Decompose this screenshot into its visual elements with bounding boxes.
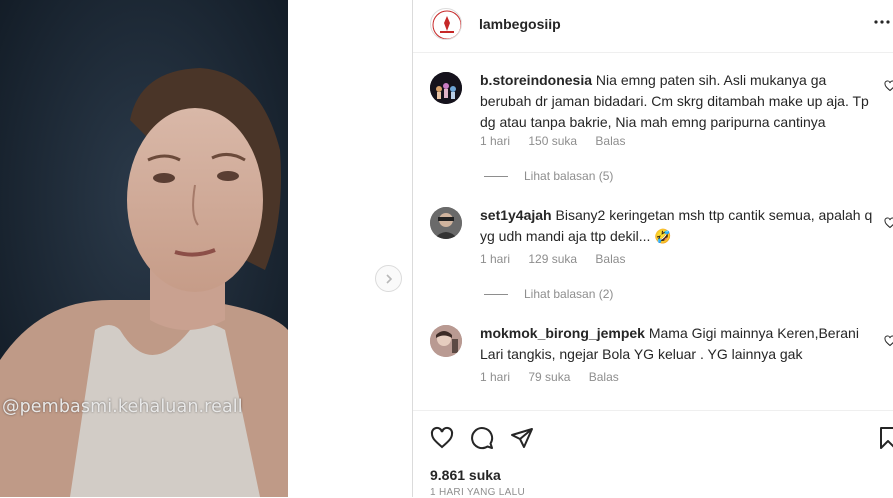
heart-icon[interactable] [884, 217, 893, 232]
post-timestamp: 1 HARI YANG LALU [430, 487, 526, 498]
heart-icon[interactable] [884, 80, 893, 95]
comment-body: mokmok_birong_jempek Mama Gigi mainnya K… [480, 323, 875, 365]
avatar[interactable] [430, 72, 462, 104]
comment-likes[interactable]: 150 suka [528, 134, 577, 148]
post-media[interactable]: @pembasmi.kehaluan.reall [0, 0, 288, 497]
post-panel: lambegosiip b.storeindonesia Nia emng pa… [412, 0, 893, 498]
comment-likes[interactable]: 129 suka [528, 252, 577, 266]
bookmark-icon[interactable] [876, 426, 893, 455]
comment-time: 1 hari [480, 370, 511, 384]
laughing-emoji-icon: 🤣 [654, 228, 672, 244]
view-replies-label[interactable]: Lihat balasan (5) [524, 169, 613, 183]
heart-icon[interactable] [884, 335, 893, 350]
comment-body: b.storeindonesia Nia emng paten sih. Asl… [480, 70, 875, 133]
reply-button[interactable]: Balas [595, 252, 625, 266]
heart-icon[interactable] [430, 426, 454, 455]
replies-divider [484, 294, 508, 296]
comment-likes[interactable]: 79 suka [528, 370, 570, 384]
post-header: lambegosiip [413, 0, 893, 53]
reply-button[interactable]: Balas [595, 134, 625, 148]
post-username[interactable]: lambegosiip [479, 16, 561, 32]
comment-username[interactable]: set1y4ajah [480, 207, 552, 223]
avatar[interactable] [430, 207, 462, 239]
share-icon[interactable] [510, 426, 534, 455]
comment-username[interactable]: mokmok_birong_jempek [480, 325, 645, 341]
comment-meta: 1 hari 150 suka Balas [480, 134, 640, 148]
carousel-gutter [288, 0, 412, 497]
view-replies[interactable]: Lihat balasan (5) [484, 169, 613, 183]
avatar[interactable] [430, 8, 462, 40]
video-watermark: @pembasmi.kehaluan.reall [2, 397, 243, 417]
chevron-right-icon[interactable] [375, 265, 402, 292]
post-actions: 9.861 suka 1 HARI YANG LALU [413, 410, 893, 498]
replies-divider [484, 176, 508, 178]
reply-button[interactable]: Balas [589, 370, 619, 384]
comment-time: 1 hari [480, 252, 511, 266]
comment-meta: 1 hari 79 suka Balas [480, 370, 634, 384]
comment-time: 1 hari [480, 134, 511, 148]
comment-body: set1y4ajah Bisany2 keringetan msh ttp ca… [480, 205, 875, 247]
more-horizontal-icon[interactable] [873, 11, 891, 36]
like-count[interactable]: 9.861 suka [430, 467, 501, 483]
comment-meta: 1 hari 129 suka Balas [480, 252, 640, 266]
view-replies-label[interactable]: Lihat balasan (2) [524, 287, 613, 301]
comment-username[interactable]: b.storeindonesia [480, 72, 592, 88]
avatar[interactable] [430, 325, 462, 357]
view-replies[interactable]: Lihat balasan (2) [484, 287, 613, 301]
post-photo [0, 0, 288, 497]
comment-icon[interactable] [470, 426, 494, 455]
